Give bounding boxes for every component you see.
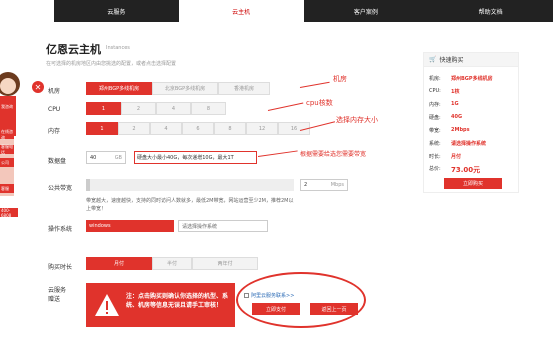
side-tag-consult[interactable]: 我咨询 bbox=[0, 102, 14, 111]
panel-value: 请选择操作系统 bbox=[451, 141, 487, 147]
side-tag-online[interactable]: 在线咨询 bbox=[0, 129, 14, 140]
period-option-two-year[interactable]: 两年付 bbox=[192, 257, 258, 270]
notice-text: 注：点击购买则确认你选择的机型、系统、机房等信息无误且请手工审核！ bbox=[126, 293, 229, 309]
annotation-arrow-cpu bbox=[267, 102, 304, 111]
annotation-disk: 根据需要给选您需要带宽 bbox=[300, 151, 367, 158]
page-description: 在可选择的机房地区内由您挑选的配置，或者点击选择配置 bbox=[46, 61, 177, 67]
room-option-beijing[interactable]: 北京BGP多线机房 bbox=[152, 82, 218, 95]
quick-buy-panel: 🛒 快速购买 机房: 郑州BGP多线机房 CPU: 1核 内存: 1G 硬盘: 40G … bbox=[423, 52, 519, 193]
room-label: 机房 bbox=[48, 88, 61, 95]
buy-now-button[interactable]: 立即购买 bbox=[444, 178, 502, 189]
mem-option-12[interactable]: 12 bbox=[246, 122, 278, 135]
panel-row-room: 机房: 郑州BGP多线机房 bbox=[429, 75, 493, 82]
page-subtitle: Instances bbox=[106, 45, 130, 51]
disk-label: 数据盘 bbox=[48, 158, 67, 165]
panel-key: 时长: bbox=[429, 154, 441, 160]
cpu-option-1[interactable]: 1 bbox=[86, 102, 121, 115]
tab-cloud-host[interactable]: 云主机 bbox=[178, 0, 304, 22]
panel-value: 月付 bbox=[451, 154, 462, 160]
panel-key: 带宽: bbox=[429, 128, 441, 134]
annotation-mem: 选择内存大小 bbox=[336, 116, 378, 124]
close-icon[interactable]: ✕ bbox=[32, 81, 44, 93]
annotation-arrow-room bbox=[299, 81, 330, 88]
disk-value: 40 bbox=[90, 154, 97, 161]
cpu-option-4[interactable]: 4 bbox=[156, 102, 191, 115]
side-tag-hotline[interactable]: 400-6808 bbox=[0, 208, 18, 218]
panel-header: 🛒 快速购买 bbox=[424, 53, 518, 67]
bw-hint: 带宽越大，速度越快，支持的同时访问人数就多，最低2M带宽，网站运营至少2M，推荐… bbox=[86, 198, 294, 212]
tab-cases[interactable]: 客户案例 bbox=[304, 0, 429, 22]
side-tag-company[interactable]: 公司 bbox=[0, 158, 14, 167]
disk-unit: GB bbox=[114, 154, 122, 161]
bw-slider[interactable] bbox=[86, 179, 294, 191]
cpu-options: 1 2 4 8 bbox=[86, 102, 226, 115]
room-option-hongkong[interactable]: 香港机房 bbox=[218, 82, 270, 95]
bw-value: 2 bbox=[304, 182, 308, 188]
annotation-arrow-disk bbox=[257, 150, 298, 157]
panel-value: 40G bbox=[451, 114, 463, 120]
highlight-ellipse bbox=[236, 272, 366, 328]
period-option-monthly[interactable]: 月付 bbox=[86, 257, 152, 270]
annotation-cpu: cpu核数 bbox=[306, 99, 333, 107]
panel-row-os: 系统: 请选择操作系统 bbox=[429, 140, 486, 147]
mem-options: 1 2 4 6 8 12 16 bbox=[86, 122, 310, 135]
period-label: 购买时长 bbox=[48, 264, 73, 271]
mem-option-1[interactable]: 1 bbox=[86, 122, 118, 135]
room-option-zhengzhou[interactable]: 郑州BGP多线机房 bbox=[86, 82, 152, 95]
notice-box: 注：点击购买则确认你选择的机型、系统、机房等信息无误且请手工审核！ bbox=[86, 283, 235, 327]
panel-key: 内存: bbox=[429, 102, 441, 108]
panel-key: 硬盘: bbox=[429, 115, 441, 121]
panel-value: 1G bbox=[451, 101, 459, 107]
cpu-option-8[interactable]: 8 bbox=[191, 102, 226, 115]
top-nav: 云服务 云主机 客户案例 帮助文档 bbox=[54, 0, 553, 22]
os-version-select[interactable]: 请选择操作系统 bbox=[178, 220, 268, 232]
panel-row-mem: 内存: 1G bbox=[429, 101, 459, 108]
bw-unit: Mbps bbox=[330, 182, 344, 188]
warning-icon bbox=[95, 294, 119, 316]
side-tag-phone[interactable]: 客服电话 bbox=[0, 144, 14, 155]
annotation-room: 机房 bbox=[333, 75, 347, 83]
os-select[interactable]: windows bbox=[86, 220, 174, 232]
mem-option-4[interactable]: 4 bbox=[150, 122, 182, 135]
panel-total: 73.00元 bbox=[451, 166, 481, 174]
cart-icon: 🛒 bbox=[429, 56, 437, 63]
bw-label: 公共带宽 bbox=[48, 185, 73, 192]
disk-hint: 硬盘大小最小40G，每次递增10G，最大1T bbox=[134, 151, 257, 164]
panel-value: 郑州BGP多线机房 bbox=[451, 76, 493, 82]
panel-row-cpu: CPU: 1核 bbox=[429, 88, 459, 95]
disk-input[interactable]: 40 GB bbox=[86, 151, 126, 164]
mem-option-6[interactable]: 6 bbox=[182, 122, 214, 135]
panel-key: 总价: bbox=[429, 166, 441, 172]
room-options: 郑州BGP多线机房 北京BGP多线机房 香港机房 bbox=[86, 82, 270, 95]
mem-option-2[interactable]: 2 bbox=[118, 122, 150, 135]
period-option-half[interactable]: 半付 bbox=[152, 257, 192, 270]
side-tag-service[interactable]: 客服 bbox=[0, 184, 14, 193]
bw-input[interactable]: 2 Mbps bbox=[300, 179, 348, 191]
panel-header-label: 快速购买 bbox=[439, 57, 464, 64]
tab-help[interactable]: 帮助文档 bbox=[428, 0, 553, 22]
panel-value: 2Mbps bbox=[451, 127, 470, 133]
panel-row-bw: 带宽: 2Mbps bbox=[429, 127, 470, 134]
panel-key: 机房: bbox=[429, 76, 441, 82]
panel-row-period: 时长: 月付 bbox=[429, 153, 461, 160]
page-title: 亿恩云主机 bbox=[46, 43, 101, 56]
panel-value: 1核 bbox=[451, 89, 460, 95]
os-label: 操作系统 bbox=[48, 226, 73, 233]
cpu-label: CPU bbox=[48, 106, 61, 113]
panel-row-total: 总价: 73.00元 bbox=[429, 165, 480, 175]
panel-key: 系统: bbox=[429, 141, 441, 147]
bw-slider-handle[interactable] bbox=[86, 179, 90, 191]
cpu-option-2[interactable]: 2 bbox=[121, 102, 156, 115]
tab-cloud-service[interactable]: 云服务 bbox=[54, 0, 179, 22]
panel-key: CPU: bbox=[429, 88, 441, 94]
mem-label: 内存 bbox=[48, 128, 61, 135]
panel-row-disk: 硬盘: 40G bbox=[429, 114, 462, 121]
support-label: 云服务 赠送 bbox=[48, 287, 67, 303]
period-options: 月付 半付 两年付 bbox=[86, 257, 258, 270]
mem-option-8[interactable]: 8 bbox=[214, 122, 246, 135]
